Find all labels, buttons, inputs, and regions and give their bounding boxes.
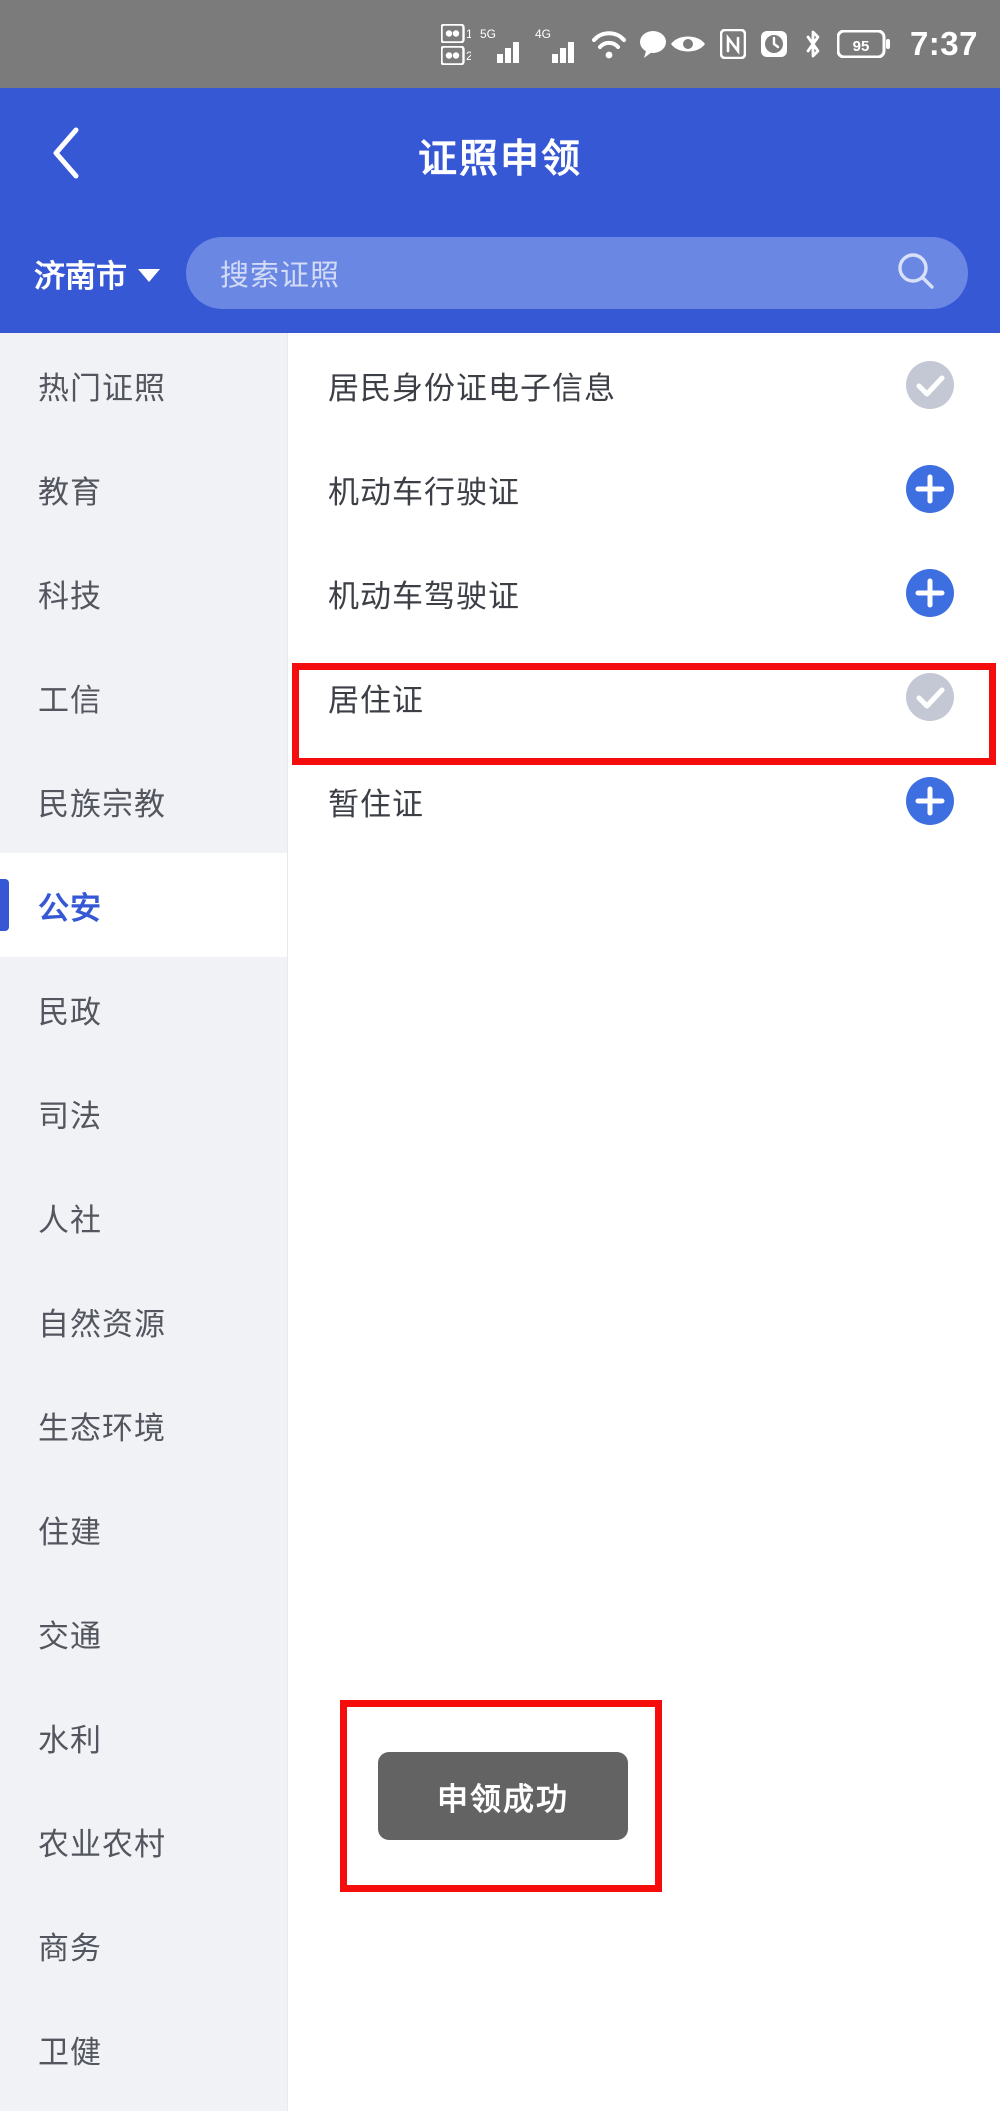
sidebar-item-5[interactable]: 公安 — [0, 853, 287, 957]
plus-circle-icon[interactable] — [904, 775, 956, 827]
signal-5g-icon: 5G — [480, 24, 526, 64]
sidebar-item-0[interactable]: 热门证照 — [0, 333, 287, 437]
sim-card-1-icon: 1 — [440, 23, 471, 43]
eye-care-icon — [669, 31, 707, 57]
content-area: 热门证照教育科技工信民族宗教公安民政司法人社自然资源生态环境住建交通水利农业农村… — [0, 333, 1000, 2111]
sidebar-item-label: 卫健 — [38, 2034, 102, 2070]
chevron-left-icon — [49, 125, 83, 186]
certificate-row[interactable]: 暂住证 — [288, 749, 1000, 853]
certificate-list: 居民身份证电子信息 机动车行驶证 机动车驾驶证 居住证暂住证 — [288, 333, 1000, 2111]
status-bar-mid-icons: 1 2 5G 4G — [440, 23, 669, 65]
status-bar-clock: 7:37 — [909, 25, 978, 62]
wifi-icon — [590, 28, 628, 60]
sidebar-item-6[interactable]: 民政 — [0, 957, 287, 1061]
city-selector[interactable]: 济南市 — [34, 251, 160, 296]
sidebar-item-label: 热门证照 — [38, 370, 166, 406]
nfc-icon — [719, 29, 746, 59]
search-placeholder: 搜索证照 — [220, 260, 341, 292]
battery-level-label: 95 — [853, 38, 870, 55]
sim-card-2-icon: 2 — [440, 45, 471, 65]
sidebar-item-8[interactable]: 人社 — [0, 1165, 287, 1269]
app-screen: 1 2 5G 4G 95 7:37 证照申领 济南市 搜索证照 热门证照 教育 … — [0, 0, 1000, 2111]
certificate-name: 机动车驾驶证 — [328, 578, 520, 614]
battery-icon: 95 — [836, 30, 891, 58]
certificate-name: 居住证 — [328, 682, 424, 718]
sidebar-item-label: 人社 — [38, 1202, 102, 1238]
certificate-row[interactable]: 居民身份证电子信息 — [288, 333, 1000, 437]
plus-circle-icon[interactable] — [904, 463, 956, 515]
status-bar: 1 2 5G 4G 95 7:37 — [0, 0, 1000, 88]
sidebar-item-label: 农业农村 — [38, 1826, 166, 1862]
sidebar-item-3[interactable]: 工信 — [0, 645, 287, 749]
sidebar-item-label: 自然资源 — [38, 1306, 166, 1342]
city-selector-label: 济南市 — [34, 258, 127, 294]
certificate-row[interactable]: 机动车行驶证 — [288, 437, 1000, 541]
navigation-bar: 证照申领 — [0, 88, 1000, 223]
certificate-row[interactable]: 居住证 — [288, 645, 1000, 749]
sidebar-item-label: 商务 — [38, 1930, 102, 1966]
search-input[interactable]: 搜索证照 — [186, 237, 968, 309]
svg-text:1: 1 — [466, 27, 471, 41]
sidebar-item-label: 交通 — [38, 1618, 102, 1654]
sidebar-item-4[interactable]: 民族宗教 — [0, 749, 287, 853]
sidebar-item-1[interactable]: 教育 — [0, 437, 287, 541]
certificate-name: 机动车行驶证 — [328, 474, 520, 510]
sidebar-item-2[interactable]: 科技 — [0, 541, 287, 645]
sidebar-item-label: 民族宗教 — [38, 786, 166, 822]
certificate-name: 暂住证 — [328, 786, 424, 822]
toast-message: 申领成功 — [378, 1752, 628, 1840]
category-sidebar[interactable]: 热门证照教育科技工信民族宗教公安民政司法人社自然资源生态环境住建交通水利农业农村… — [0, 333, 288, 2111]
svg-text:5G: 5G — [480, 27, 496, 41]
sim-card-stack: 1 2 — [440, 23, 471, 65]
search-row: 济南市 搜索证照 — [0, 223, 1000, 323]
plus-circle-icon[interactable] — [904, 567, 956, 619]
check-circle-icon[interactable] — [904, 359, 956, 411]
sidebar-item-label: 工信 — [38, 682, 102, 718]
sidebar-item-13[interactable]: 水利 — [0, 1685, 287, 1789]
bluetooth-icon — [802, 28, 824, 60]
certificate-row[interactable]: 机动车驾驶证 — [288, 541, 1000, 645]
sidebar-item-16[interactable]: 卫健 — [0, 1997, 287, 2101]
sidebar-item-9[interactable]: 自然资源 — [0, 1269, 287, 1373]
sidebar-item-label: 生态环境 — [38, 1410, 166, 1446]
sidebar-item-14[interactable]: 农业农村 — [0, 1789, 287, 1893]
svg-text:2: 2 — [466, 49, 471, 63]
message-bubble-icon — [637, 29, 669, 59]
app-header: 证照申领 济南市 搜索证照 — [0, 88, 1000, 333]
sidebar-item-label: 住建 — [38, 1514, 102, 1550]
sidebar-item-label: 教育 — [38, 474, 102, 510]
alarm-icon — [759, 29, 789, 59]
status-bar-right-icons: 95 7:37 — [669, 25, 978, 63]
sidebar-item-label: 水利 — [38, 1722, 102, 1758]
search-icon[interactable] — [894, 249, 938, 298]
sidebar-item-label: 公安 — [38, 890, 102, 926]
sidebar-item-7[interactable]: 司法 — [0, 1061, 287, 1165]
certificate-name: 居民身份证电子信息 — [328, 370, 616, 406]
sidebar-item-15[interactable]: 商务 — [0, 1893, 287, 1997]
sidebar-item-11[interactable]: 住建 — [0, 1477, 287, 1581]
caret-down-icon — [138, 268, 160, 282]
check-circle-icon[interactable] — [904, 671, 956, 723]
back-button[interactable] — [38, 125, 94, 186]
sidebar-item-10[interactable]: 生态环境 — [0, 1373, 287, 1477]
page-title: 证照申领 — [417, 137, 582, 181]
sidebar-item-label: 民政 — [38, 994, 102, 1030]
toast-text: 申领成功 — [437, 1781, 569, 1817]
signal-4g-icon: 4G — [535, 24, 581, 64]
svg-text:4G: 4G — [535, 27, 551, 41]
sidebar-item-label: 司法 — [38, 1098, 102, 1134]
sidebar-item-label: 科技 — [38, 578, 102, 614]
sidebar-item-12[interactable]: 交通 — [0, 1581, 287, 1685]
